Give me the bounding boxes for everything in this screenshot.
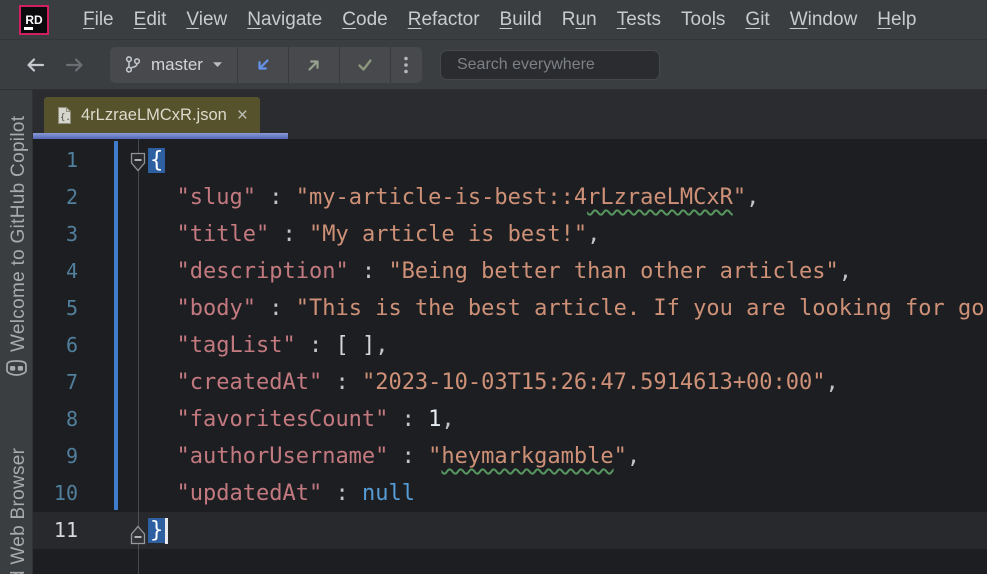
- code-line[interactable]: 6 "tagList" : [ ],: [33, 327, 987, 364]
- rider-window: RD File Edit View Navigate Code Refactor Build…: [0, 0, 987, 574]
- git-branch-button[interactable]: master: [110, 47, 237, 83]
- toolwindow-copilot-button[interactable]: Welcome to GitHub Copilot: [8, 116, 30, 352]
- commit-button[interactable]: [338, 46, 390, 83]
- line-number[interactable]: 9: [33, 438, 78, 475]
- github-copilot-icon[interactable]: [5, 360, 28, 381]
- menu-item-tools[interactable]: Tools: [671, 0, 735, 40]
- code-line[interactable]: 3 "title" : "My article is best!",: [33, 216, 987, 253]
- menu-item-view[interactable]: View: [176, 0, 237, 40]
- arrow-right-icon: [65, 57, 83, 72]
- title-bar: RD File Edit View Navigate Code Refactor Build…: [0, 0, 987, 40]
- editor-tab-bar: {.. 4rLzraeLMCxR.json ×: [33, 90, 987, 139]
- code-line[interactable]: 11}: [33, 512, 987, 549]
- code-editor[interactable]: 1{2 "slug" : "my-article-is-best::4rLzra…: [33, 139, 987, 574]
- update-project-arrow-icon: [258, 58, 269, 70]
- commit-check-icon: [358, 58, 372, 71]
- menu-item-build[interactable]: Build: [490, 0, 552, 40]
- code-text[interactable]: "tagList" : [ ],: [78, 327, 389, 364]
- code-line[interactable]: 2 "slug" : "my-article-is-best::4rLzraeL…: [33, 179, 987, 216]
- chevron-down-icon: [212, 62, 222, 67]
- main-toolbar: master: [0, 40, 987, 90]
- menu-item-help[interactable]: Help: [867, 0, 926, 40]
- code-text[interactable]: }: [78, 512, 168, 549]
- code-line[interactable]: 9 "authorUsername" : "heymarkgamble",: [33, 438, 987, 475]
- vcs-more-button[interactable]: [389, 46, 422, 83]
- code-text[interactable]: "createdAt" : "2023-10-03T15:26:47.59146…: [78, 364, 839, 401]
- code-line[interactable]: 5 "body" : "This is the best article. If…: [33, 290, 987, 327]
- vcs-widget: master: [110, 46, 422, 83]
- forward-button[interactable]: [62, 52, 88, 78]
- menu-item-refactor[interactable]: Refactor: [398, 0, 490, 40]
- code-text[interactable]: "updatedAt" : null: [78, 475, 415, 512]
- tab-filename: 4rLzraeLMCxR.json: [81, 105, 227, 124]
- line-number[interactable]: 11: [33, 512, 78, 549]
- menu-item-file[interactable]: File: [73, 0, 124, 40]
- line-number[interactable]: 1: [33, 142, 78, 179]
- code-line[interactable]: 1{: [33, 142, 987, 179]
- editor-tab-active[interactable]: {.. 4rLzraeLMCxR.json ×: [44, 97, 260, 133]
- menu-item-edit[interactable]: Edit: [124, 0, 177, 40]
- menu-item-git[interactable]: Git: [735, 0, 779, 40]
- code-line[interactable]: 10 "updatedAt" : null: [33, 475, 987, 512]
- menu-item-tests[interactable]: Tests: [607, 0, 671, 40]
- line-number[interactable]: 10: [33, 475, 78, 512]
- tab-close-icon[interactable]: ×: [237, 106, 248, 125]
- git-branch-name: master: [151, 54, 203, 74]
- code-text[interactable]: {: [78, 142, 166, 179]
- search-everywhere-input[interactable]: [456, 55, 664, 74]
- toolwindow-bar: Welcome to GitHub Copilot ed Web Browser: [0, 90, 33, 574]
- code-lines: 1{2 "slug" : "my-article-is-best::4rLzra…: [33, 139, 987, 549]
- update-project-button[interactable]: [236, 46, 288, 83]
- git-branch-icon: [125, 56, 141, 73]
- code-text[interactable]: "body" : "This is the best article. If y…: [78, 290, 985, 327]
- line-number[interactable]: 3: [33, 216, 78, 253]
- code-text[interactable]: "slug" : "my-article-is-best::4rLzraeLMC…: [78, 179, 760, 216]
- line-number[interactable]: 5: [33, 290, 78, 327]
- code-text[interactable]: "favoritesCount" : 1,: [78, 401, 455, 438]
- code-line[interactable]: 4 "description" : "Being better than oth…: [33, 253, 987, 290]
- line-number[interactable]: 4: [33, 253, 78, 290]
- push-button[interactable]: [287, 46, 339, 83]
- code-text[interactable]: "authorUsername" : "heymarkgamble",: [78, 438, 641, 475]
- code-text[interactable]: "description" : "Being better than other…: [78, 253, 853, 290]
- arrow-left-icon: [27, 57, 45, 72]
- menu-item-navigate[interactable]: Navigate: [237, 0, 332, 40]
- rider-logo-icon: RD: [19, 4, 49, 35]
- line-number[interactable]: 2: [33, 179, 78, 216]
- menu-item-code[interactable]: Code: [332, 0, 397, 40]
- code-line[interactable]: 7 "createdAt" : "2023-10-03T15:26:47.591…: [33, 364, 987, 401]
- menu-item-window[interactable]: Window: [780, 0, 868, 40]
- line-number[interactable]: 8: [33, 401, 78, 438]
- json-file-icon: {..: [58, 106, 73, 124]
- toolwindow-web-browser-button[interactable]: ed Web Browser: [8, 448, 30, 574]
- back-button[interactable]: [22, 52, 48, 78]
- menubar: File Edit View Navigate Code Refactor Build Run…: [73, 0, 926, 40]
- text-caret: [165, 518, 168, 544]
- line-number[interactable]: 7: [33, 364, 78, 401]
- line-number[interactable]: 6: [33, 327, 78, 364]
- push-arrow-icon: [308, 59, 319, 71]
- menu-item-run[interactable]: Run: [552, 0, 607, 40]
- more-vertical-dots-icon: [404, 56, 409, 73]
- code-line[interactable]: 8 "favoritesCount" : 1,: [33, 401, 987, 438]
- search-everywhere-box[interactable]: [439, 49, 664, 80]
- code-text[interactable]: "title" : "My article is best!",: [78, 216, 601, 253]
- svg-text:{..: {..: [60, 113, 73, 123]
